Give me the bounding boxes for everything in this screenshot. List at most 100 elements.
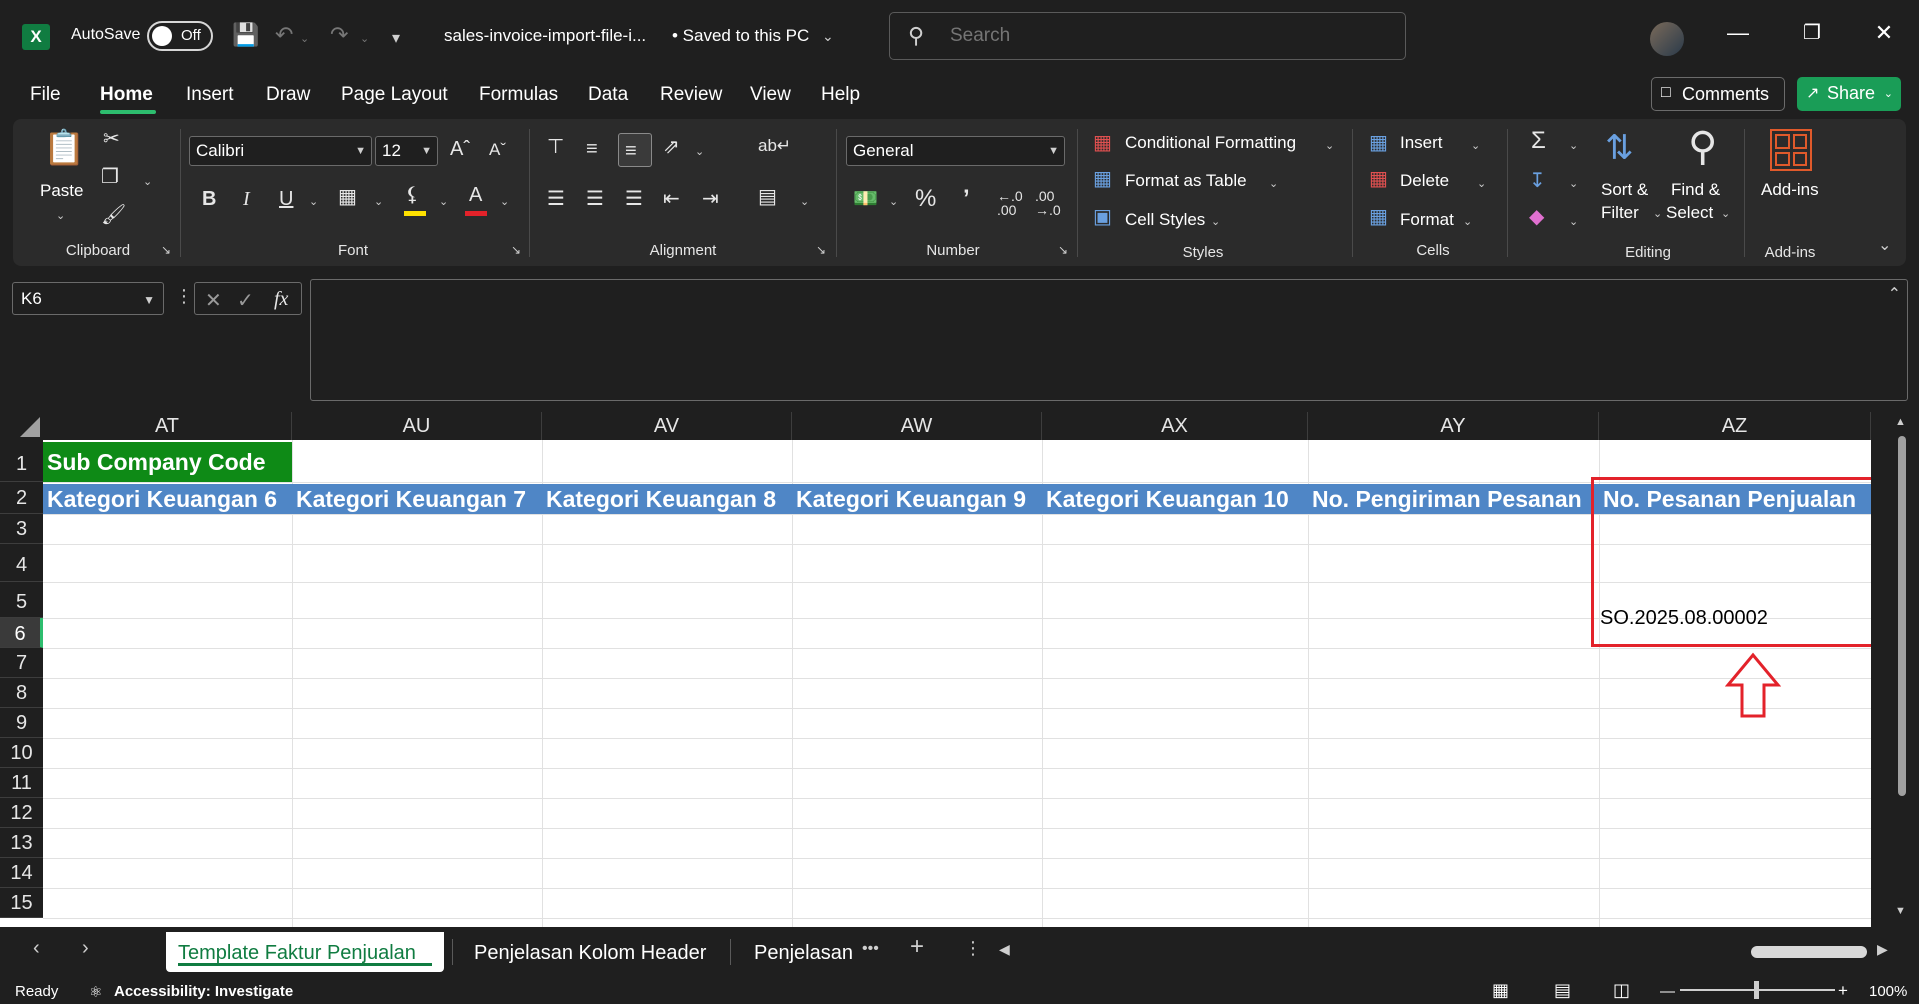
close-icon[interactable]: ✕	[1864, 20, 1904, 46]
tab-review[interactable]: Review	[660, 84, 722, 106]
conditional-formatting-label[interactable]: Conditional Formatting	[1125, 133, 1296, 153]
comments-button[interactable]: □ Comments	[1651, 77, 1785, 111]
fill-color-icon[interactable]: ⚸	[405, 185, 420, 205]
format-cells-dropdown-icon[interactable]: ⌄	[1463, 215, 1472, 228]
cell-styles-icon[interactable]: ▣	[1093, 207, 1112, 227]
find-select-icon[interactable]: ⚲	[1688, 127, 1717, 167]
conditional-formatting-dropdown-icon[interactable]: ⌄	[1325, 139, 1334, 152]
sheet-tab-penjelasan-kolom-header[interactable]: Penjelasan Kolom Header	[462, 932, 722, 972]
normal-view-icon[interactable]: ▦	[1492, 980, 1509, 1001]
more-options-icon[interactable]: ⋮	[175, 286, 193, 307]
decrease-font-size-icon[interactable]: Aˇ	[489, 141, 506, 158]
cell-ax2[interactable]: Kategori Keuangan 10	[1042, 484, 1308, 514]
tab-insert[interactable]: Insert	[186, 84, 234, 106]
share-button[interactable]: ↗ Share ⌄	[1797, 77, 1901, 111]
file-name[interactable]: sales-invoice-import-file-i...	[444, 26, 646, 46]
tab-formulas[interactable]: Formulas	[479, 84, 558, 106]
align-top-icon[interactable]: ⊤	[547, 137, 564, 157]
font-name-select[interactable]: Calibri ▼	[189, 136, 372, 166]
row-header-8[interactable]: 8	[0, 678, 43, 708]
align-middle-icon[interactable]: ≡	[586, 139, 598, 159]
format-painter-icon[interactable]: 🖌	[101, 205, 126, 225]
row-header-4[interactable]: 4	[0, 544, 43, 582]
save-icon[interactable]: 💾	[232, 22, 259, 48]
search-input[interactable]	[950, 23, 1370, 49]
redo-dropdown-icon[interactable]: ⌄	[360, 32, 369, 45]
delete-cells-icon[interactable]: ▦	[1369, 169, 1388, 189]
horizontal-scroll-thumb[interactable]	[1751, 946, 1867, 958]
row-header-10[interactable]: 10	[0, 738, 43, 768]
tab-page-layout[interactable]: Page Layout	[341, 84, 448, 106]
copy-dropdown-icon[interactable]: ⌄	[143, 175, 152, 188]
insert-cells-icon[interactable]: ▦	[1369, 133, 1388, 153]
enter-icon[interactable]: ✓	[237, 288, 254, 313]
zoom-in-icon[interactable]: +	[1838, 981, 1848, 1001]
zoom-out-icon[interactable]: —	[1660, 983, 1675, 1000]
find-select-label-1[interactable]: Find &	[1671, 180, 1720, 200]
row-header-14[interactable]: 14	[0, 858, 43, 888]
align-center-icon[interactable]: ☰	[586, 189, 604, 209]
orientation-dropdown-icon[interactable]: ⌄	[695, 145, 704, 158]
wrap-text-icon[interactable]: ab↵	[758, 137, 791, 154]
align-right-icon[interactable]: ☰	[625, 189, 643, 209]
paste-dropdown-icon[interactable]: ⌄	[56, 209, 65, 222]
conditional-formatting-icon[interactable]: ▦	[1093, 133, 1112, 153]
underline-dropdown-icon[interactable]: ⌄	[309, 195, 318, 208]
chevron-right-icon[interactable]: ›	[82, 937, 89, 960]
share-dropdown-icon[interactable]: ⌄	[1884, 87, 1893, 100]
undo-icon[interactable]: ↶	[275, 22, 293, 48]
column-header-at[interactable]: AT	[43, 412, 292, 440]
accessibility-status[interactable]: Accessibility: Investigate	[114, 983, 293, 1000]
add-sheet-icon[interactable]: +	[910, 933, 924, 961]
scroll-down-icon[interactable]: ▼	[1895, 905, 1906, 917]
insert-function-icon[interactable]: fx	[274, 288, 288, 311]
autosum-icon[interactable]: Σ	[1531, 129, 1546, 153]
row-header-9[interactable]: 9	[0, 708, 43, 738]
merge-center-icon[interactable]: ▤	[758, 187, 777, 207]
percent-style-icon[interactable]: %	[915, 187, 936, 211]
increase-font-size-icon[interactable]: Aˆ	[450, 139, 470, 159]
borders-dropdown-icon[interactable]: ⌄	[374, 195, 383, 208]
decrease-decimal-icon[interactable]: .00 →.0	[1035, 189, 1061, 217]
column-header-aw[interactable]: AW	[792, 412, 1042, 440]
scroll-right-icon[interactable]: ▶	[1877, 941, 1888, 958]
page-break-view-icon[interactable]: ◫	[1613, 980, 1630, 1001]
customize-qat-icon[interactable]: ▾	[392, 28, 400, 48]
column-header-au[interactable]: AU	[292, 412, 542, 440]
undo-dropdown-icon[interactable]: ⌄	[300, 32, 309, 45]
row-header-2[interactable]: 2	[0, 482, 43, 514]
format-cells-icon[interactable]: ▦	[1369, 207, 1388, 227]
format-as-table-icon[interactable]: ▦	[1093, 169, 1112, 189]
format-as-table-label[interactable]: Format as Table	[1125, 171, 1247, 191]
search-box[interactable]: ⚲	[889, 12, 1406, 60]
row-header-13[interactable]: 13	[0, 828, 43, 858]
zoom-slider-thumb[interactable]	[1754, 981, 1759, 999]
font-size-select[interactable]: 12 ▼	[375, 136, 438, 166]
add-ins-label[interactable]: Add-ins	[1761, 180, 1819, 200]
sort-filter-label-1[interactable]: Sort &	[1601, 180, 1648, 200]
chevron-left-icon[interactable]: ‹	[33, 937, 40, 960]
delete-cells-label[interactable]: Delete	[1400, 171, 1449, 191]
orientation-icon[interactable]: ⇗	[663, 137, 680, 157]
collapse-formula-bar-icon[interactable]: ⌃	[1888, 284, 1901, 304]
insert-cells-label[interactable]: Insert	[1400, 133, 1443, 153]
find-select-dropdown-icon[interactable]: ⌄	[1721, 207, 1730, 220]
save-status[interactable]: • Saved to this PC	[672, 26, 809, 46]
sheet-tab-penjelasan[interactable]: Penjelasan	[742, 932, 852, 972]
sort-filter-icon[interactable]: ⇅	[1605, 131, 1634, 165]
paste-icon[interactable]: 📋	[43, 131, 85, 165]
cell-av2[interactable]: Kategori Keuangan 8	[542, 484, 792, 514]
borders-icon[interactable]: ▦	[338, 187, 357, 207]
worksheet-grid[interactable]: AT AU AV AW AX AY AZ 1 2 3 4 5 6 7 8 9 1…	[0, 412, 1919, 927]
row-header-1[interactable]: 1	[0, 440, 43, 482]
column-header-ay[interactable]: AY	[1308, 412, 1599, 440]
decrease-indent-icon[interactable]: ⇤	[663, 189, 680, 209]
copy-icon[interactable]: ❐	[101, 167, 119, 187]
underline-icon[interactable]: U	[279, 189, 293, 209]
find-select-label-2[interactable]: Select	[1666, 203, 1713, 223]
format-cells-label[interactable]: Format	[1400, 210, 1454, 230]
zoom-level[interactable]: 100%	[1869, 983, 1907, 1000]
comma-style-icon[interactable]: ’	[963, 187, 970, 211]
font-color-icon[interactable]: A	[469, 185, 482, 205]
cut-icon[interactable]: ✂	[103, 129, 120, 149]
